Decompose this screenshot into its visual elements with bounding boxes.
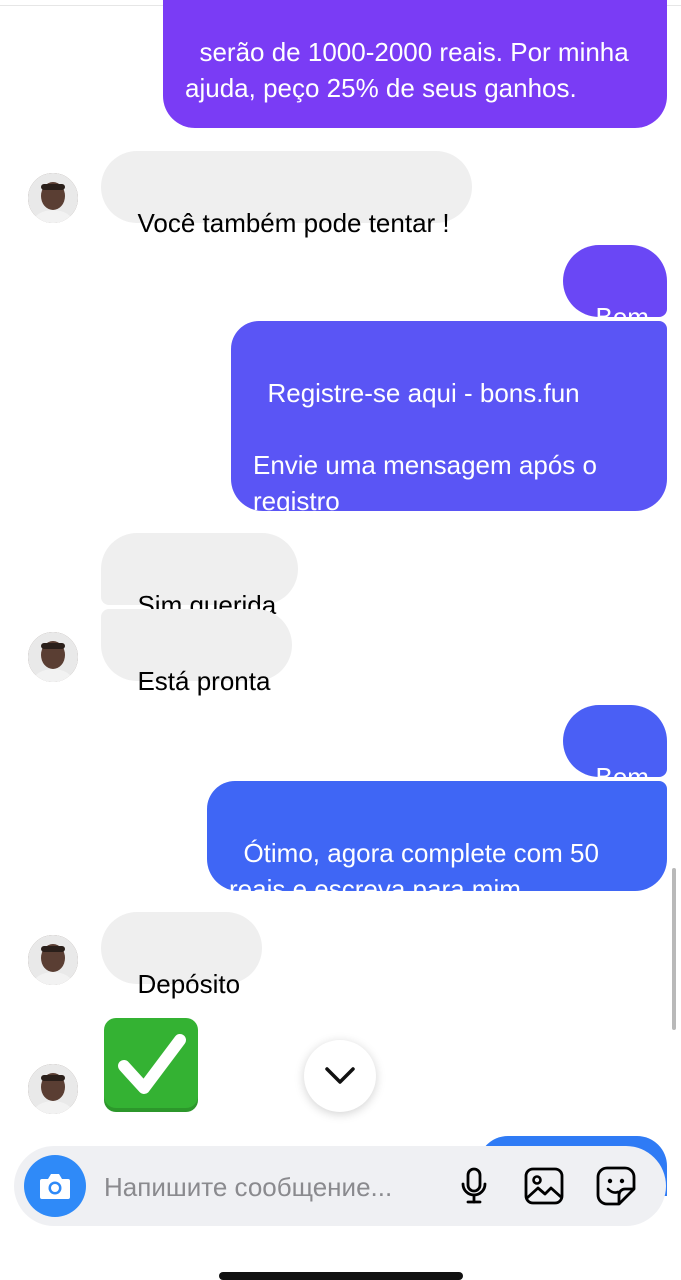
camera-button[interactable] bbox=[24, 1155, 86, 1217]
avatar[interactable] bbox=[28, 935, 78, 985]
gallery-button[interactable] bbox=[520, 1162, 568, 1210]
avatar[interactable] bbox=[28, 173, 78, 223]
microphone-icon bbox=[461, 1167, 487, 1204]
message-outgoing[interactable]: Ótimo, agora complete com 50 reais e esc… bbox=[207, 781, 667, 904]
sticker-icon bbox=[596, 1166, 636, 1206]
message-incoming[interactable]: Sim querida bbox=[101, 533, 299, 620]
camera-icon bbox=[40, 1174, 70, 1199]
message-text: Depósito bbox=[137, 969, 241, 999]
message-incoming[interactable]: Depósito bbox=[101, 912, 263, 999]
message-outgoing[interactable]: Bem bbox=[563, 245, 667, 332]
home-indicator[interactable] bbox=[219, 1272, 463, 1280]
scroll-to-bottom-button[interactable] bbox=[304, 1040, 376, 1112]
check-mark-emoji[interactable] bbox=[104, 1018, 198, 1112]
message-composer bbox=[14, 1146, 666, 1226]
image-icon bbox=[524, 1167, 564, 1205]
message-text: Ótimo, agora complete com 50 reais e esc… bbox=[229, 838, 607, 904]
message-text: serão de 1000-2000 reais. Por minha ajud… bbox=[185, 37, 636, 103]
message-text: Você também pode tentar ! bbox=[137, 208, 450, 238]
message-outgoing[interactable]: serão de 1000-2000 reais. Por minha ajud… bbox=[163, 0, 667, 128]
message-outgoing[interactable]: Registre-se aqui - bons.fun Envie uma me… bbox=[231, 321, 667, 516]
avatar[interactable] bbox=[28, 632, 78, 682]
message-input[interactable] bbox=[102, 1164, 456, 1210]
scrollbar[interactable] bbox=[672, 868, 676, 1030]
message-incoming[interactable]: Está pronta bbox=[101, 609, 293, 696]
microphone-button[interactable] bbox=[450, 1162, 498, 1210]
sticker-button[interactable] bbox=[592, 1162, 640, 1210]
avatar[interactable] bbox=[28, 1064, 78, 1114]
message-text: Está pronta bbox=[137, 666, 271, 696]
message-incoming[interactable]: Você também pode tentar ! bbox=[101, 151, 472, 238]
message-outgoing[interactable]: Bem bbox=[563, 705, 667, 792]
message-text: Registre-se aqui - bons.fun Envie uma me… bbox=[253, 378, 597, 516]
chevron-down-icon bbox=[325, 1067, 355, 1084]
